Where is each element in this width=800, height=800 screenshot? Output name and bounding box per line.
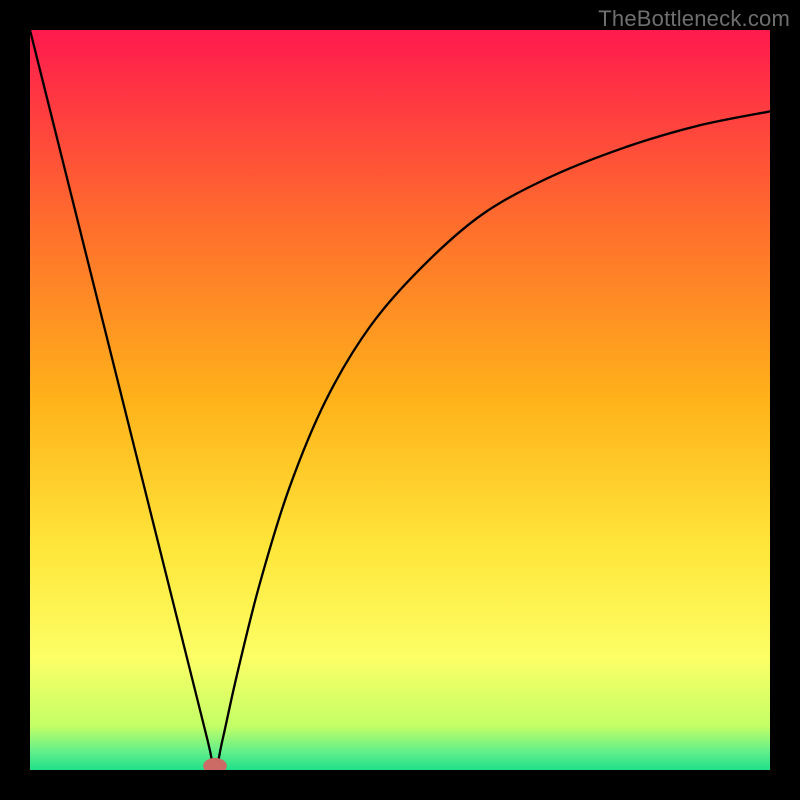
bottleneck-chart: [30, 30, 770, 770]
plot-area: [30, 30, 770, 770]
watermark-text: TheBottleneck.com: [598, 6, 790, 32]
chart-frame: TheBottleneck.com: [0, 0, 800, 800]
gradient-background: [30, 30, 770, 770]
